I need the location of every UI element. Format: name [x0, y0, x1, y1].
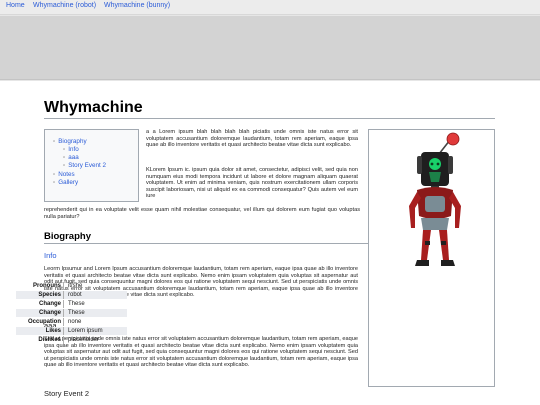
toc-item-info[interactable]: Info: [63, 146, 106, 154]
infobox-value: none: [68, 318, 82, 325]
toc-level-1-tail: Notes Gallery: [53, 171, 78, 187]
title-divider: [44, 118, 495, 119]
infobox-row: Species robot: [16, 291, 127, 299]
toc-item-gallery[interactable]: Gallery: [53, 179, 78, 187]
intro-paragraph-2: KLorem Ipsum ic. ipsum quia dolor sit am…: [146, 167, 358, 200]
infobox-key: Change: [38, 300, 61, 307]
infobox-separator: [63, 336, 64, 344]
infobox-row: Occupation none: [16, 318, 127, 326]
nav-link-whymachine-bunny[interactable]: Whymachine (bunny): [104, 2, 170, 9]
infobox-key: Pronouns: [33, 282, 61, 289]
nav-link-home[interactable]: Home: [6, 2, 25, 9]
infobox-row: Likes Lorem ipsum: [16, 327, 127, 335]
infobox-value: These: [68, 309, 85, 316]
infobox-value: placeholder: [68, 336, 100, 343]
character-infobox: [368, 129, 495, 387]
story-event-2-heading: Story Event 2: [44, 389, 90, 398]
infobox-value: These: [68, 300, 85, 307]
infobox-row: Pronouns it/she: [16, 282, 127, 290]
site-banner: [0, 16, 540, 80]
infobox-separator: [63, 282, 64, 290]
biography-divider: [44, 243, 368, 244]
biography-heading: Biography: [44, 231, 91, 242]
intro-paragraph-2-continued: reprehenderit qui in ea voluptate velit …: [44, 207, 360, 220]
table-of-contents: Biography Info aaa Story Event 2 Notes G…: [44, 129, 139, 202]
infobox-value: it/she: [68, 282, 83, 289]
intro-paragraph-1: a a Lorem ipsum blah blah blah blah pici…: [146, 129, 358, 149]
infobox-key: Dislikes: [38, 336, 61, 343]
infobox-row: Change These: [16, 300, 127, 308]
infobox-value: robot: [68, 291, 82, 298]
infobox-key: Species: [38, 291, 61, 298]
infobox-separator: [63, 327, 64, 335]
nav-link-whymachine-robot[interactable]: Whymachine (robot): [33, 2, 96, 9]
robot-character-icon: [409, 132, 461, 266]
toc-item-biography[interactable]: Biography: [53, 138, 86, 146]
page-title: Whymachine: [44, 99, 143, 116]
toc-level-1: Biography: [53, 138, 86, 146]
infobox-key: Likes: [45, 327, 61, 334]
infobox-separator: [63, 309, 64, 317]
toc-item-aaa[interactable]: aaa: [63, 154, 106, 162]
infobox-key: Occupation: [27, 318, 61, 325]
infobox-key: Change: [38, 309, 61, 316]
top-navigation: Home Whymachine (robot) Whymachine (bunn…: [0, 0, 540, 15]
toc-level-2: Info aaa Story Event 2: [63, 146, 106, 171]
info-heading: Info: [44, 251, 57, 260]
infobox-value: Lorem ipsum: [68, 327, 103, 334]
toc-item-notes[interactable]: Notes: [53, 171, 78, 179]
infobox-separator: [63, 318, 64, 326]
infobox-row: Dislikes placeholder: [16, 336, 127, 344]
toc-item-story-event-2[interactable]: Story Event 2: [63, 162, 106, 170]
infobox-separator: [63, 300, 64, 308]
infobox-row: Change These: [16, 309, 127, 317]
infobox-separator: [63, 291, 64, 299]
